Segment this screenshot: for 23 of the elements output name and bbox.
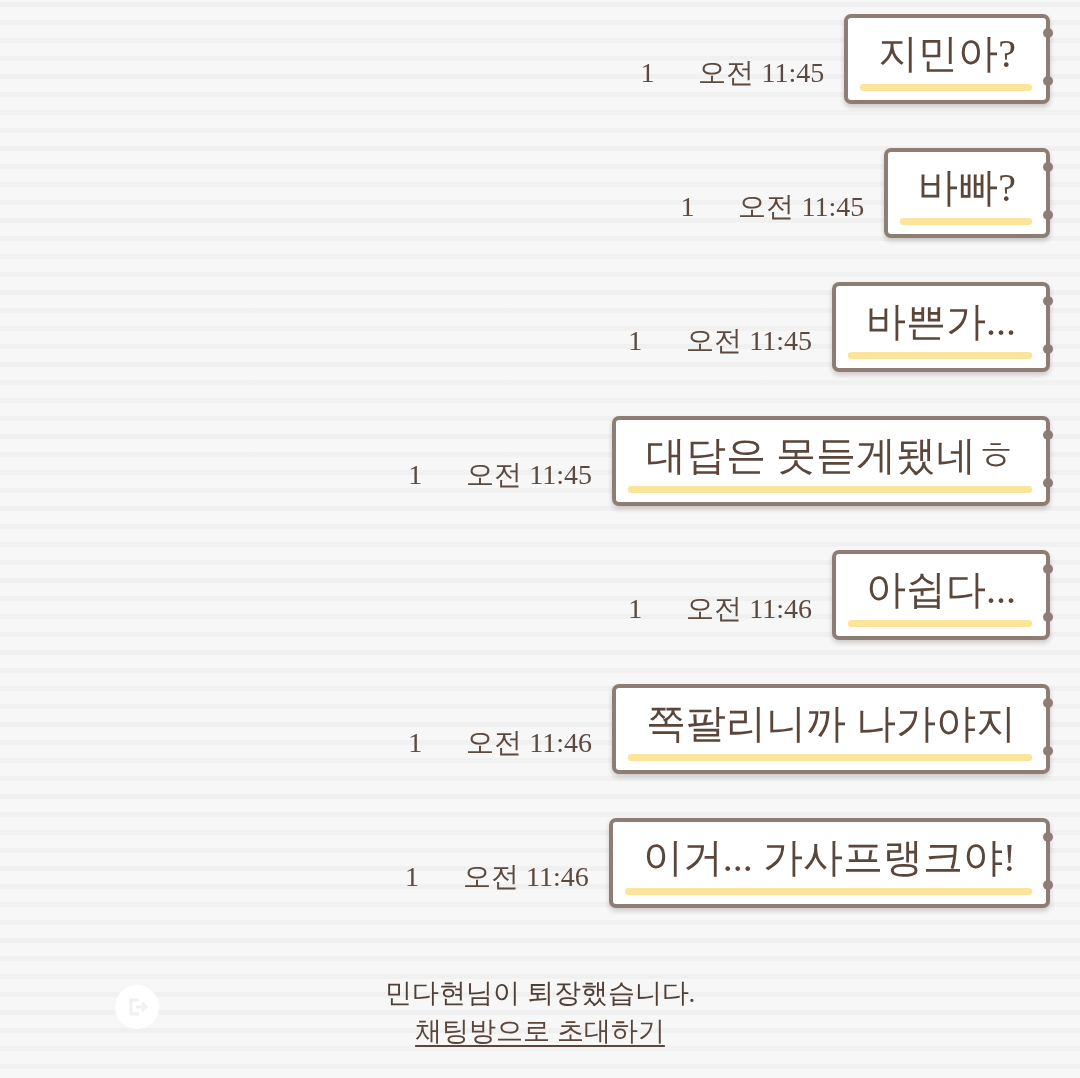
- unread-count: 1: [408, 458, 423, 492]
- unread-count: 1: [408, 726, 423, 760]
- message-time: 오전 11:45: [738, 190, 865, 224]
- message-time: 오전 11:46: [686, 592, 812, 626]
- message-text: 바쁜가...: [865, 298, 1017, 346]
- unread-count: 1: [628, 324, 643, 358]
- message-text: 지민아?: [877, 30, 1017, 78]
- system-message: 민다현님이 퇴장했습니다.: [384, 977, 696, 1010]
- message-time: 오전 11:45: [686, 324, 812, 358]
- message-text: 이거... 가사프랭크야!: [641, 834, 1017, 882]
- message-time: 오전 11:45: [466, 458, 592, 492]
- message-time: 오전 11:46: [466, 726, 592, 760]
- message-text: 쪽팔리니까 나가야지: [645, 700, 1017, 748]
- message-time: 오전 11:45: [698, 56, 825, 90]
- message-time: 오전 11:46: [462, 860, 589, 894]
- unread-count: 1: [680, 190, 695, 224]
- unread-count: 1: [404, 860, 419, 894]
- message-text: 대답은 못듣게됐네ㅎ: [645, 432, 1017, 480]
- invite-link[interactable]: 채팅방으로 초대하기: [415, 1012, 665, 1050]
- message-text: 바빠?: [917, 164, 1017, 212]
- message-text: 아쉽다...: [865, 566, 1017, 614]
- unread-count: 1: [640, 56, 655, 90]
- unread-count: 1: [628, 592, 643, 626]
